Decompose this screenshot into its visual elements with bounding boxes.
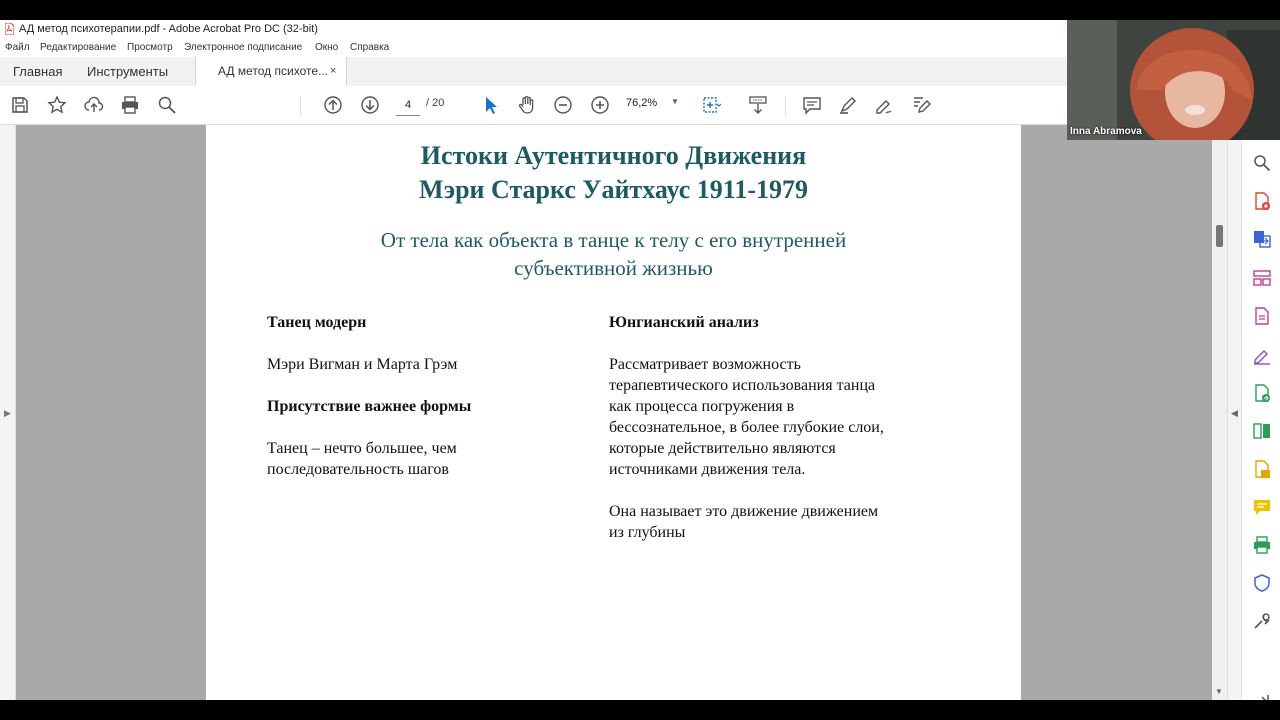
menu-edit[interactable]: Редактирование xyxy=(40,42,116,53)
zoom-dropdown-icon[interactable]: ▼ xyxy=(671,97,679,106)
page-number-input[interactable]: 4 xyxy=(396,95,420,116)
comment-bubble-icon[interactable] xyxy=(1252,497,1272,517)
compare-files-icon[interactable] xyxy=(1252,421,1272,441)
scroll-mode-icon[interactable] xyxy=(748,95,768,115)
bottom-black-bar xyxy=(0,700,1280,720)
right-heading-jungian: Юнгианский анализ xyxy=(609,314,759,331)
pdf-page: Истоки Аутентичного Движения Мэри Старкс… xyxy=(206,125,1021,700)
right-p2-line-1: Она называет это движение движением xyxy=(609,503,879,520)
collapse-right-panel-icon[interactable]: ◀ xyxy=(1231,408,1238,419)
top-black-bar xyxy=(0,0,1280,20)
right-panel-toggle-rail: ◀ xyxy=(1227,125,1242,700)
protect-shield-icon[interactable] xyxy=(1252,573,1272,593)
print-production-icon[interactable] xyxy=(1252,535,1272,555)
save-icon[interactable] xyxy=(10,95,30,115)
right-p1-line-3: как процесса погружения в xyxy=(609,398,795,415)
pdf-file-icon xyxy=(5,23,14,35)
combine-files-icon[interactable] xyxy=(1252,383,1272,403)
right-column: Юнгианский анализ Рассматривает возможно… xyxy=(609,312,969,543)
participant-video-feed xyxy=(1067,20,1280,140)
right-p1-line-6: источниками движения тела. xyxy=(609,461,806,478)
left-column: Танец модерн Мэри Вигман и Марта Грэм Пр… xyxy=(267,312,597,480)
right-p2-line-2: из глубины xyxy=(609,524,686,541)
star-icon[interactable] xyxy=(47,95,67,115)
zoom-in-icon[interactable] xyxy=(590,95,610,115)
tab-document[interactable]: АД метод психоте... × xyxy=(195,57,347,87)
edit-icon[interactable] xyxy=(911,95,931,115)
search-tools-icon[interactable] xyxy=(1252,153,1272,173)
hand-icon[interactable] xyxy=(517,95,537,115)
upload-icon[interactable] xyxy=(84,95,104,115)
tab-document-label: АД метод психоте... xyxy=(218,64,329,78)
expand-left-panel-icon[interactable]: ▶ xyxy=(4,408,11,419)
search-icon[interactable] xyxy=(157,95,177,115)
organize-pages-icon[interactable] xyxy=(1252,268,1272,288)
page-subtitle-line-1: От тела как объекта в танце к телу с его… xyxy=(380,228,847,252)
page-title-line-1: Истоки Аутентичного Движения xyxy=(420,141,807,170)
menu-e-sign[interactable]: Электронное подписание xyxy=(184,42,302,53)
toolbar-separator xyxy=(785,96,786,116)
right-p1-line-4: бессознательное, в более глубокие слои, xyxy=(609,419,884,436)
create-pdf-icon[interactable] xyxy=(1252,191,1272,211)
next-page-icon[interactable] xyxy=(360,95,380,115)
vertical-scrollbar[interactable]: ▼ xyxy=(1212,125,1227,700)
export-pdf-icon[interactable] xyxy=(1252,229,1272,249)
right-p1-line-5: которые действительно являются xyxy=(609,440,836,457)
right-p1-line-1: Рассматривает возможность xyxy=(609,356,801,373)
menu-window[interactable]: Окно xyxy=(315,42,338,53)
fit-page-icon[interactable] xyxy=(701,95,721,115)
document-viewer: Истоки Аутентичного Движения Мэри Старкс… xyxy=(16,125,1212,700)
menu-help[interactable]: Справка xyxy=(350,42,389,53)
window-title: АД метод психотерапии.pdf - Adobe Acroba… xyxy=(19,23,318,35)
zoom-out-icon[interactable] xyxy=(553,95,573,115)
page-total: / 20 xyxy=(426,97,445,109)
right-p1-line-2: терапевтического использования танца xyxy=(609,377,876,394)
more-tools-icon[interactable] xyxy=(1252,611,1272,631)
fill-sign-icon[interactable] xyxy=(1252,345,1272,365)
left-heading-presence: Присутствие важнее формы xyxy=(267,398,472,415)
page-subtitle-line-2: субъективной жизнью xyxy=(514,256,713,280)
menu-file[interactable]: Файл xyxy=(5,42,30,53)
toolbar-separator xyxy=(300,96,301,116)
collapse-tools-pane-icon[interactable] xyxy=(1252,691,1272,700)
select-cursor-icon[interactable] xyxy=(480,95,500,115)
print-icon[interactable] xyxy=(120,95,140,115)
scroll-down-icon[interactable]: ▼ xyxy=(1215,687,1223,696)
close-tab-icon[interactable]: × xyxy=(330,57,336,86)
tab-home[interactable]: Главная xyxy=(13,57,62,86)
scrollbar-thumb[interactable] xyxy=(1216,225,1223,247)
left-heading-modern-dance: Танец модерн xyxy=(267,314,367,331)
comment-tool-icon[interactable] xyxy=(1252,459,1272,479)
left-para-line-1: Танец – нечто большее, чем xyxy=(267,440,457,457)
tab-tools[interactable]: Инструменты xyxy=(87,57,168,86)
sign-icon[interactable] xyxy=(874,95,894,115)
menu-view[interactable]: Просмотр xyxy=(127,42,173,53)
participant-name: Inna Abramova xyxy=(1070,126,1142,137)
left-para-line-2: последовательность шагов xyxy=(267,461,449,478)
edit-pdf-icon[interactable] xyxy=(1252,306,1272,326)
zoom-level[interactable]: 76,2% xyxy=(626,97,657,109)
tools-pane xyxy=(1241,125,1280,700)
video-participant-tile: Inna Abramova xyxy=(1067,20,1280,140)
left-line-wigman-graham: Мэри Вигман и Марта Грэм xyxy=(267,356,458,373)
prev-page-icon[interactable] xyxy=(323,95,343,115)
highlight-icon[interactable] xyxy=(838,95,858,115)
left-navigation-rail: ▶ xyxy=(0,125,16,700)
page-title-line-2: Мэри Старкс Уайтхаус 1911-1979 xyxy=(418,175,809,204)
comment-icon[interactable] xyxy=(802,95,822,115)
